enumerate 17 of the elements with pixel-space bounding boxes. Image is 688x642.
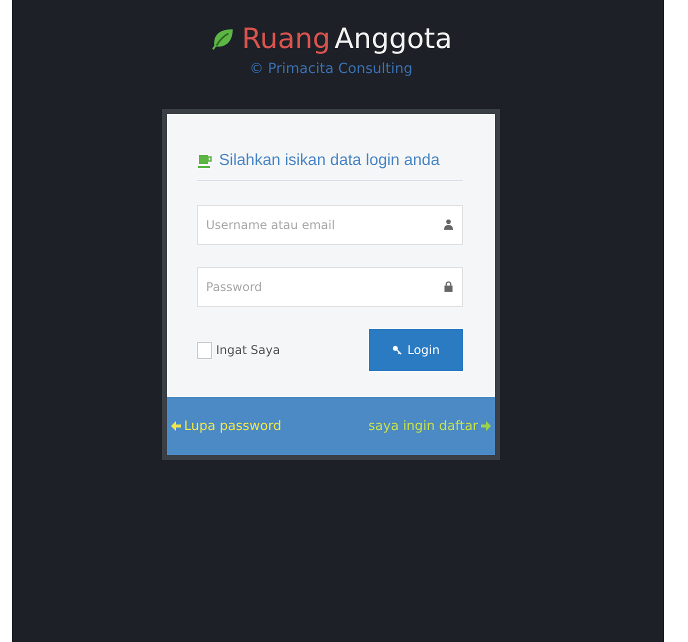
- key-icon: [392, 345, 402, 355]
- remember-label: Ingat Saya: [216, 343, 280, 357]
- remember-checkbox[interactable]: [197, 342, 212, 358]
- brand-subtitle: © Primacita Consulting: [249, 61, 413, 77]
- login-button[interactable]: Login: [369, 329, 463, 371]
- lock-icon: [444, 281, 453, 292]
- arrow-right-icon: [481, 421, 491, 431]
- login-heading: Silahkan isikan data login anda: [219, 152, 440, 170]
- input-field[interactable]: Username atau email: [197, 205, 463, 245]
- brand-title-first: Ruang: [242, 22, 330, 55]
- user-icon: [444, 219, 453, 230]
- forgot-password-link[interactable]: Lupa password: [171, 418, 282, 434]
- cup-icon: [197, 153, 213, 169]
- brand-title-second: Anggota: [334, 22, 452, 55]
- input-field[interactable]: Password: [197, 267, 463, 307]
- register-link[interactable]: saya ingin daftar: [368, 418, 491, 434]
- arrow-left-icon: [171, 421, 181, 431]
